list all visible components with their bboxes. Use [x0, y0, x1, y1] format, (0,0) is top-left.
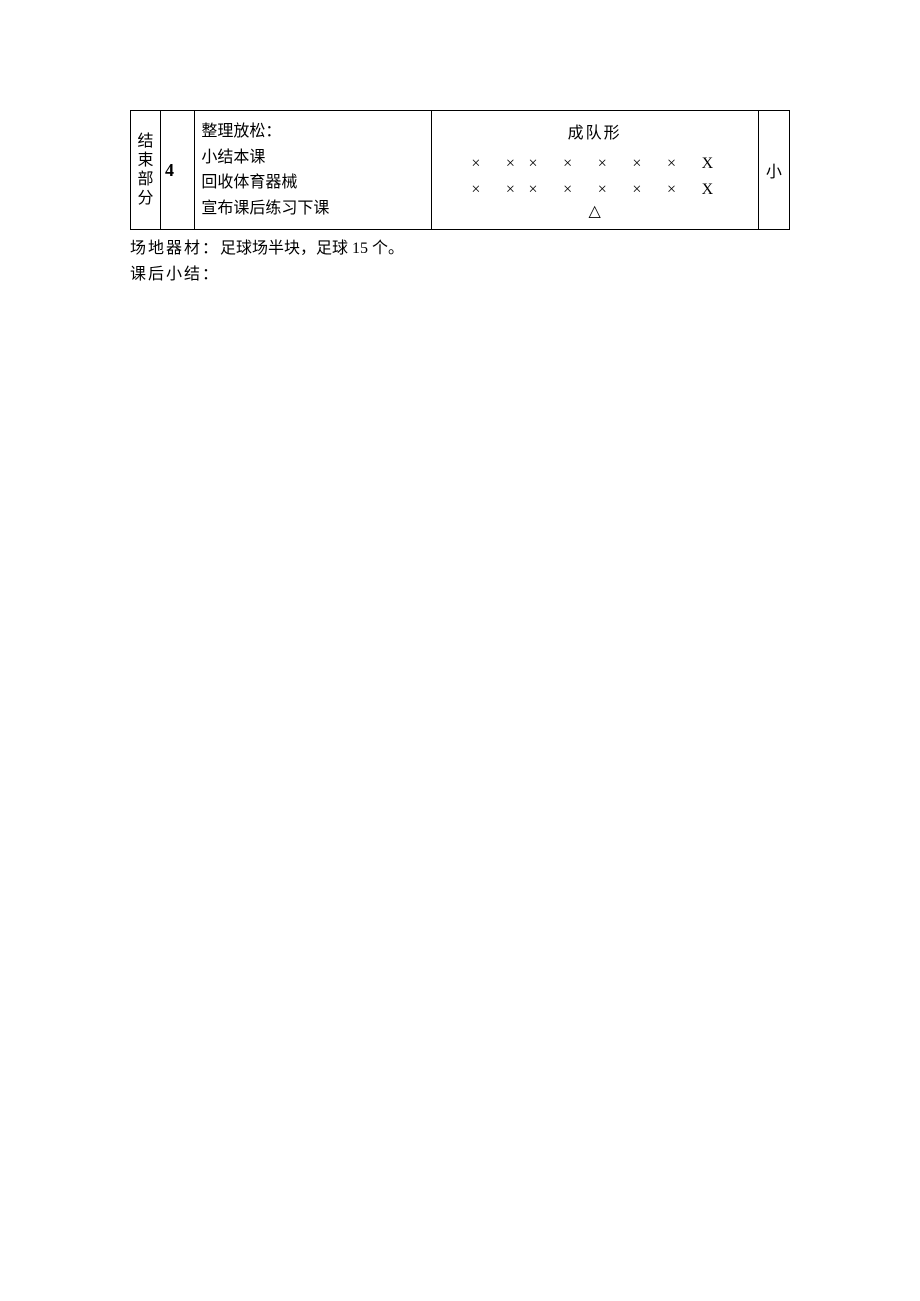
summary-label: 课后小结：	[130, 266, 220, 283]
table-row: 结 束 部 分 4 整理放松： 小结本课 回收体育器械 宣布课后练习下课 成队形…	[131, 111, 790, 230]
equipment-text: 足球场半块，足球 15 个。	[220, 240, 404, 257]
time-cell: 4	[161, 111, 195, 230]
section-char: 分	[133, 189, 158, 208]
notes-section: 场地器材：足球场半块，足球 15 个。 课后小结：	[130, 236, 790, 287]
time-value: 4	[165, 160, 174, 180]
summary-line: 课后小结：	[130, 262, 790, 288]
content-line: 整理放松：	[201, 119, 424, 145]
content-line: 宣布课后练习下课	[201, 196, 424, 222]
equipment-label: 场地器材：	[130, 240, 220, 257]
intensity-value: 小	[766, 164, 782, 181]
formation-title: 成队形	[438, 119, 752, 143]
lesson-plan-table: 结 束 部 分 4 整理放松： 小结本课 回收体育器械 宣布课后练习下课 成队形…	[130, 110, 790, 230]
section-char: 束	[133, 151, 158, 170]
section-label-cell: 结 束 部 分	[131, 111, 161, 230]
formation-delta: △	[438, 201, 752, 221]
section-char: 结	[133, 132, 158, 151]
formation-cell: 成队形 × × × × × × × X × × × × × × × X △	[431, 111, 758, 230]
content-cell: 整理放松： 小结本课 回收体育器械 宣布课后练习下课	[195, 111, 431, 230]
formation-row: × × × × × × × X	[438, 149, 752, 173]
content-line: 回收体育器械	[201, 170, 424, 196]
intensity-cell: 小	[758, 111, 789, 230]
content-line: 小结本课	[201, 145, 424, 171]
equipment-line: 场地器材：足球场半块，足球 15 个。	[130, 236, 790, 262]
section-char: 部	[133, 170, 158, 189]
formation-row: × × × × × × × X	[438, 175, 752, 199]
